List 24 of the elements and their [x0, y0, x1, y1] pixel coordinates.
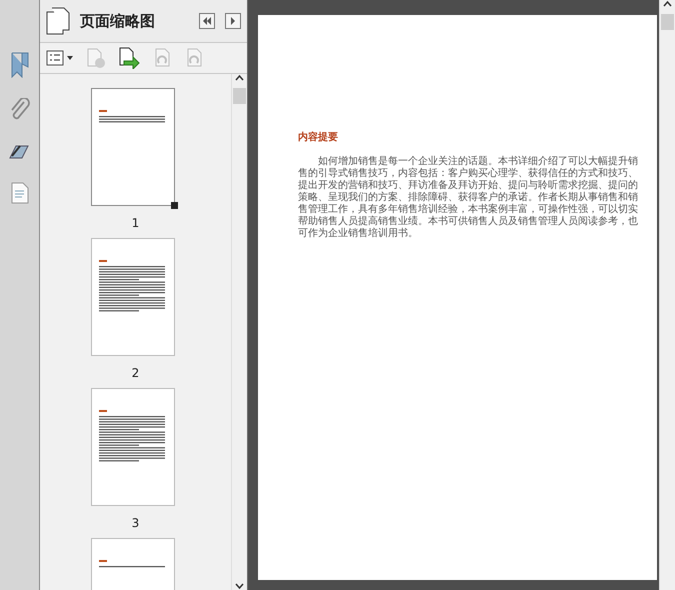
document-paragraph: 如何增加销售是每一个企业关注的话题。本书详细介绍了可以大幅提升销售的引导式销售技巧，内容包括：客户购买心理学、获得信任的方式和技巧、提出开发的营销和技巧、拜访准备及拜访开始、提问与聆听需求挖掘、提问的策略、呈现我们的方案、排除障碍、获得客户的承诺。作者长期从事销售和销售管理工作，具有多年销售培训经验，本书案例丰富，可操作性强，可以切实帮助销售人员提高销售业绩。本书可供销售人员及销售管理人员阅读参考，也可作为企业销售培训用书。	[298, 156, 639, 240]
page-number: 2	[132, 366, 140, 380]
panel-title: 页面缩略图	[80, 12, 156, 30]
right-arrow-icon	[230, 17, 236, 25]
page-number: 3	[132, 516, 140, 530]
insert-button[interactable]	[118, 47, 140, 69]
insert-page-icon	[118, 47, 140, 69]
scrollbar-thumb[interactable]	[233, 88, 246, 104]
pages-icon	[46, 7, 70, 35]
document-icon[interactable]	[10, 182, 28, 204]
scrollbar-thumb[interactable]	[661, 14, 674, 30]
options-icon	[46, 50, 74, 66]
bookmark-icon[interactable]	[10, 52, 30, 78]
document-heading: 内容提要	[298, 130, 339, 144]
page-number: 1	[132, 216, 140, 230]
options-button[interactable]	[46, 50, 74, 66]
paperclip-icon[interactable]	[8, 98, 30, 122]
scrollbar[interactable]	[231, 74, 247, 590]
expand-button[interactable]	[225, 13, 241, 29]
collapse-button[interactable]	[199, 13, 215, 29]
page-thumbnail[interactable]	[90, 88, 180, 210]
delete-page-icon	[86, 48, 106, 68]
scrollbar[interactable]	[659, 0, 675, 590]
double-left-arrow-icon	[202, 17, 212, 25]
